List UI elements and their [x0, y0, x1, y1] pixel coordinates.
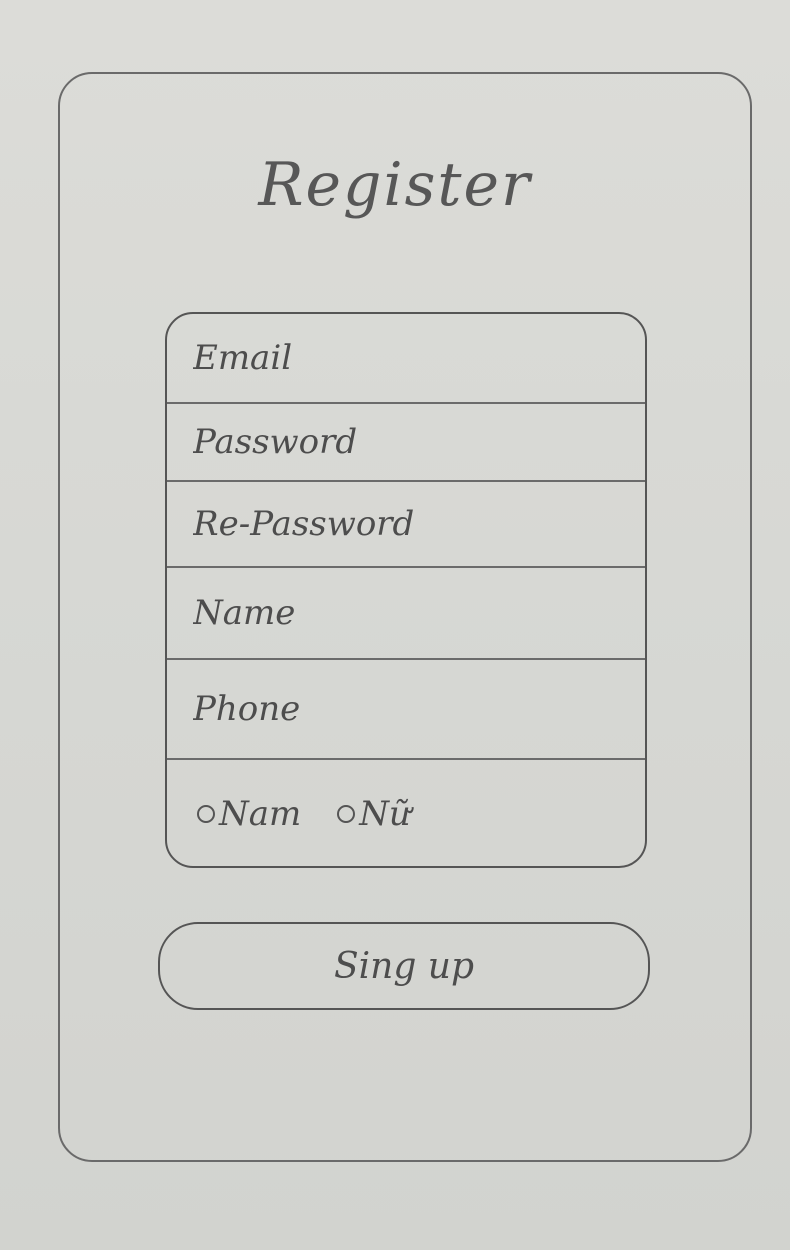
repassword-field[interactable]: [193, 504, 645, 544]
gender-option-nam[interactable]: Nam: [197, 794, 301, 834]
password-field-row: [167, 404, 645, 482]
phone-field-row: [167, 660, 645, 760]
email-field[interactable]: [193, 338, 645, 378]
registration-form: Nam Nữ: [165, 312, 647, 868]
name-field-row: [167, 568, 645, 660]
paper-background: Register Nam Nữ Sing up: [0, 0, 790, 1250]
page-title: Register: [258, 150, 532, 220]
password-field[interactable]: [193, 422, 645, 462]
radio-circle-icon[interactable]: [197, 805, 215, 823]
email-field-row: [167, 314, 645, 404]
phone-field[interactable]: [193, 689, 645, 729]
signup-button[interactable]: Sing up: [158, 922, 650, 1010]
gender-radio-group: Nam Nữ: [167, 760, 645, 866]
gender-option-label: Nữ: [359, 794, 411, 834]
radio-circle-icon[interactable]: [337, 805, 356, 823]
name-field[interactable]: [193, 593, 645, 633]
repassword-field-row: [167, 482, 645, 568]
gender-option-nu[interactable]: Nữ: [337, 794, 411, 834]
gender-option-label: Nam: [219, 794, 302, 834]
